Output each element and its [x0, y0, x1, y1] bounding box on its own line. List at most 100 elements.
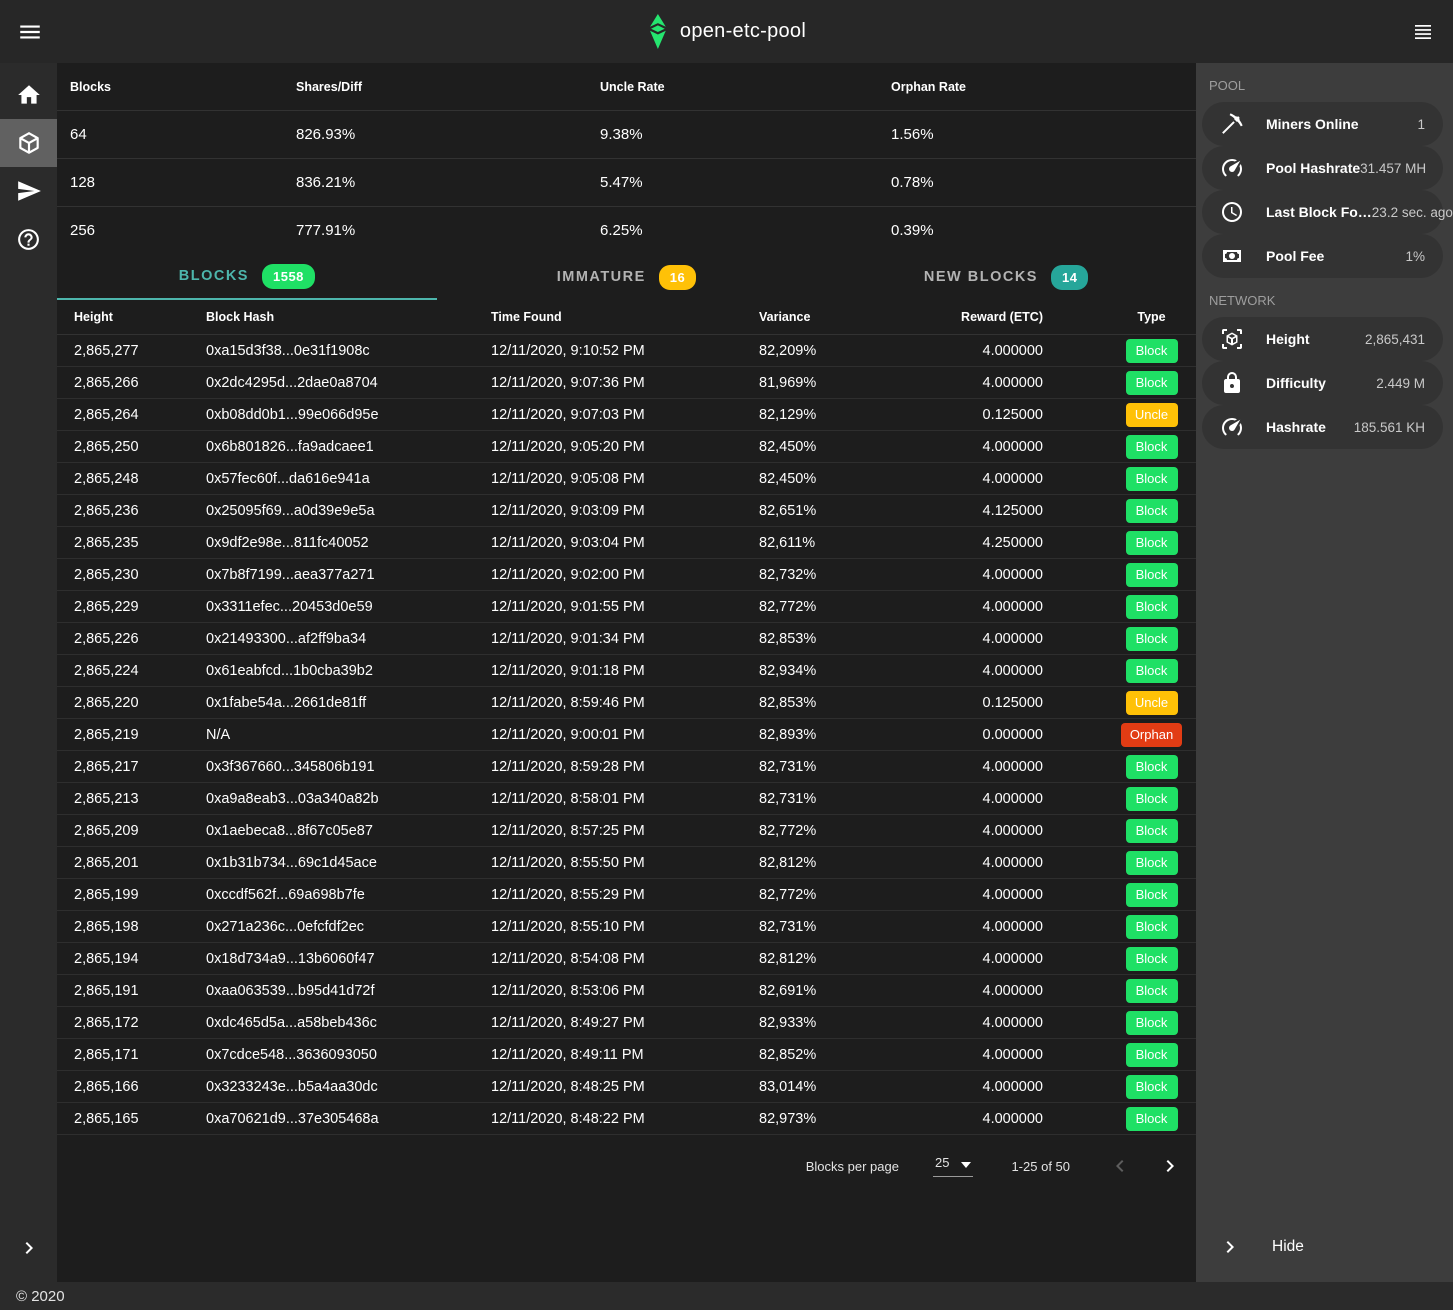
table-row: 2,865,2360x25095f69...a0d39e9e5a12/11/20…	[57, 495, 1196, 527]
table-row: 2,865,2170x3f367660...345806b19112/11/20…	[57, 751, 1196, 783]
type-badge: Uncle	[1126, 403, 1178, 427]
blocks-tabs: BLOCKS1558IMMATURE16NEW BLOCKS14	[57, 254, 1196, 300]
chevron-right-icon	[17, 1236, 41, 1260]
height-cell: 2,865,171	[57, 1047, 189, 1063]
height-cell: 2,865,250	[57, 439, 189, 455]
height-cell: 2,865,219	[57, 727, 189, 743]
type-badge: Block	[1126, 371, 1178, 395]
gauge-icon	[1220, 156, 1244, 180]
column-header-time-found: Time Found	[477, 310, 737, 324]
reward-cell: 4.000000	[937, 1015, 1107, 1031]
tab-label: NEW BLOCKS	[924, 269, 1038, 285]
left-nav-rail	[0, 63, 57, 1282]
stats-table-body: 64826.93%9.38%1.56%128836.21%5.47%0.78%2…	[57, 110, 1196, 254]
variance-cell: 82,611%	[737, 535, 937, 551]
type-badge: Block	[1126, 947, 1178, 971]
type-cell: Block	[1107, 627, 1196, 651]
reward-cell: 4.000000	[937, 1047, 1107, 1063]
per-page-select[interactable]: 25	[933, 1155, 973, 1177]
stats-cell: 1.56%	[891, 126, 1196, 143]
tab-immature[interactable]: IMMATURE16	[437, 254, 817, 300]
time-found-cell: 12/11/2020, 8:54:08 PM	[477, 951, 737, 967]
right-menu-icon[interactable]	[1411, 20, 1435, 44]
type-cell: Block	[1107, 435, 1196, 459]
variance-cell: 82,772%	[737, 599, 937, 615]
stats-row: 128836.21%5.47%0.78%	[57, 158, 1196, 206]
panel-stat-difficulty: Difficulty2.449 M	[1202, 361, 1443, 405]
column-header-height: Height	[57, 310, 189, 324]
pagination-bar: Blocks per page 25 1-25 of 50	[57, 1135, 1196, 1197]
type-badge: Block	[1126, 787, 1178, 811]
variance-cell: 82,209%	[737, 343, 937, 359]
menu-icon[interactable]	[17, 19, 43, 45]
block-hash-cell: 0x25095f69...a0d39e9e5a	[189, 503, 477, 519]
stat-label: Difficulty	[1266, 375, 1326, 391]
block-hash-cell: 0x9df2e98e...811fc40052	[189, 535, 477, 551]
stat-label: Last Block Fo…	[1266, 204, 1372, 220]
panel-stat-pool-hashrate: Pool Hashrate31.457 MH	[1202, 146, 1443, 190]
time-found-cell: 12/11/2020, 9:03:04 PM	[477, 535, 737, 551]
type-cell: Block	[1107, 499, 1196, 523]
height-cell: 2,865,226	[57, 631, 189, 647]
type-cell: Block	[1107, 883, 1196, 907]
sidebar-item-blocks[interactable]	[0, 119, 57, 167]
next-page-button[interactable]	[1158, 1154, 1182, 1178]
table-row: 2,865,2500x6b801826...fa9adcaee112/11/20…	[57, 431, 1196, 463]
time-found-cell: 12/11/2020, 9:01:34 PM	[477, 631, 737, 647]
block-hash-cell: 0x21493300...af2ff9ba34	[189, 631, 477, 647]
time-found-cell: 12/11/2020, 8:53:06 PM	[477, 983, 737, 999]
sidebar-item-home[interactable]	[0, 71, 57, 119]
per-page-value: 25	[935, 1155, 949, 1170]
stats-header-cell: Uncle Rate	[600, 80, 891, 94]
tab-label: IMMATURE	[557, 269, 646, 285]
height-cell: 2,865,248	[57, 471, 189, 487]
stats-table-header: BlocksShares/DiffUncle RateOrphan Rate	[57, 63, 1196, 110]
tab-blocks[interactable]: BLOCKS1558	[57, 254, 437, 300]
hide-panel-button[interactable]: Hide	[1196, 1212, 1453, 1282]
chevron-right-icon	[1218, 1235, 1242, 1259]
blocks-table-body: 2,865,2770xa15d3f38...0e31f1908c12/11/20…	[57, 335, 1196, 1135]
help-icon	[16, 227, 41, 252]
height-cell: 2,865,266	[57, 375, 189, 391]
type-badge: Block	[1126, 659, 1178, 683]
prev-page-button[interactable]	[1108, 1154, 1132, 1178]
stat-value: 31.457 MH	[1360, 161, 1426, 176]
table-row: 2,865,2660x2dc4295d...2dae0a870412/11/20…	[57, 367, 1196, 399]
variance-cell: 82,732%	[737, 567, 937, 583]
table-row: 2,865,1650xa70621d9...37e305468a12/11/20…	[57, 1103, 1196, 1135]
sidebar-item-help[interactable]	[0, 215, 57, 263]
variance-cell: 83,014%	[737, 1079, 937, 1095]
reward-cell: 4.000000	[937, 919, 1107, 935]
variance-cell: 82,973%	[737, 1111, 937, 1127]
tab-new-blocks[interactable]: NEW BLOCKS14	[816, 254, 1196, 300]
height-cell: 2,865,235	[57, 535, 189, 551]
block-hash-cell: 0x3233243e...b5a4aa30dc	[189, 1079, 477, 1095]
time-found-cell: 12/11/2020, 9:10:52 PM	[477, 343, 737, 359]
variance-cell: 82,852%	[737, 1047, 937, 1063]
variance-cell: 82,691%	[737, 983, 937, 999]
table-row: 2,865,2090x1aebeca8...8f67c05e8712/11/20…	[57, 815, 1196, 847]
table-row: 2,865,2290x3311efec...20453d0e5912/11/20…	[57, 591, 1196, 623]
reward-cell: 4.000000	[937, 599, 1107, 615]
type-badge: Block	[1126, 339, 1178, 363]
height-cell: 2,865,224	[57, 663, 189, 679]
panel-stat-hashrate: Hashrate185.561 KH	[1202, 405, 1443, 449]
variance-cell: 82,129%	[737, 407, 937, 423]
variance-cell: 82,731%	[737, 919, 937, 935]
type-badge: Block	[1126, 1075, 1178, 1099]
type-badge: Block	[1126, 851, 1178, 875]
table-row: 2,865,2480x57fec60f...da616e941a12/11/20…	[57, 463, 1196, 495]
sidebar-item-payments[interactable]	[0, 167, 57, 215]
time-found-cell: 12/11/2020, 8:48:22 PM	[477, 1111, 737, 1127]
type-cell: Block	[1107, 819, 1196, 843]
type-badge: Block	[1126, 755, 1178, 779]
variance-cell: 82,934%	[737, 663, 937, 679]
type-badge: Block	[1126, 1043, 1178, 1067]
type-cell: Block	[1107, 755, 1196, 779]
time-found-cell: 12/11/2020, 9:07:03 PM	[477, 407, 737, 423]
rail-expand-button[interactable]	[0, 1236, 57, 1260]
type-cell: Orphan	[1107, 723, 1196, 747]
stat-value: 185.561 KH	[1354, 420, 1425, 435]
stat-label: Pool Fee	[1266, 248, 1324, 264]
table-row: 2,865,2010x1b31b734...69c1d45ace12/11/20…	[57, 847, 1196, 879]
